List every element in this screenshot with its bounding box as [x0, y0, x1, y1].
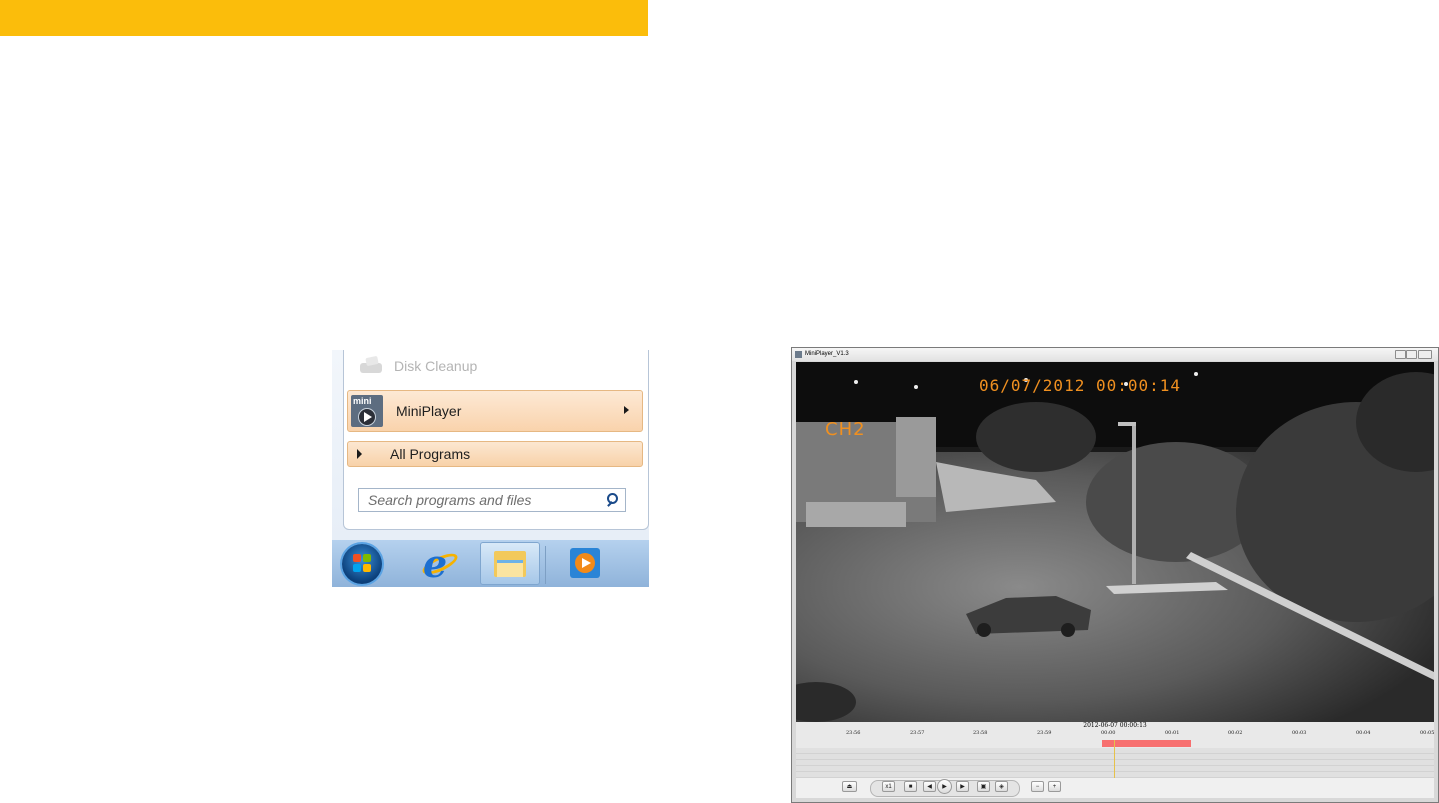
timeline-tick: 23:56	[846, 730, 861, 736]
next-frame-icon[interactable]: ▶	[956, 781, 969, 792]
playback-controls: ⏏ x1 ■ ◀ ▶ ▶ ▣ ◈ − +	[796, 778, 1434, 798]
search-input[interactable]	[368, 492, 598, 508]
timeline[interactable]: 2012-06-07 00:00:13 23:56 23:57 23:58 23…	[796, 722, 1434, 778]
menu-item-miniplayer[interactable]: mini MiniPlayer	[347, 390, 643, 432]
volume-icon[interactable]: ◈	[995, 781, 1008, 792]
play-icon[interactable]: ▶	[937, 779, 952, 794]
media-player-icon[interactable]	[570, 548, 600, 578]
eject-icon[interactable]: ⏏	[842, 781, 857, 792]
timeline-tick: 23:57	[910, 730, 925, 736]
osd-channel: CH2	[825, 419, 866, 440]
video-frame[interactable]: 06/07/2012 00:00:14 CH2	[796, 362, 1434, 722]
timeline-tick: 00:02	[1228, 730, 1243, 736]
timeline-ticks: 23:56 23:57 23:58 23:59 00:00 00:01 00:0…	[796, 730, 1434, 739]
timeline-tick: 00:00	[1101, 730, 1116, 736]
miniplayer-label: MiniPlayer	[396, 403, 462, 419]
miniplayer-icon-text: mini	[353, 396, 372, 406]
timeline-tick: 23:59	[1037, 730, 1052, 736]
internet-explorer-icon[interactable]: e	[419, 541, 461, 586]
minimize-button[interactable]	[1395, 350, 1406, 359]
start-menu: Disk Cleanup mini MiniPlayer All Program…	[332, 350, 649, 587]
submenu-arrow-icon[interactable]	[624, 406, 629, 414]
timeline-tick: 00:05	[1420, 730, 1435, 736]
speed-button[interactable]: x1	[882, 781, 895, 792]
disk-cleanup-icon	[358, 357, 384, 375]
menu-item-disk-cleanup[interactable]: Disk Cleanup	[358, 354, 477, 378]
cctv-scene-image	[796, 362, 1434, 722]
search-box[interactable]	[358, 488, 626, 512]
accent-bar	[0, 0, 648, 36]
timeline-tick: 23:58	[973, 730, 988, 736]
timeline-tick: 00:04	[1356, 730, 1371, 736]
app-icon	[795, 351, 802, 358]
window-title: MiniPlayer_V1.3	[805, 351, 849, 357]
maximize-button[interactable]	[1406, 350, 1417, 359]
start-menu-panel: Disk Cleanup mini MiniPlayer All Program…	[343, 350, 649, 530]
timeline-cursor[interactable]	[1114, 740, 1115, 778]
previous-frame-icon[interactable]: ◀	[923, 781, 936, 792]
timeline-tick: 00:03	[1292, 730, 1307, 736]
search-icon[interactable]	[607, 493, 618, 504]
folder-icon	[494, 551, 526, 577]
miniplayer-icon: mini	[351, 395, 383, 427]
timeline-current-time: 2012-06-07 00:00:13	[1083, 722, 1147, 729]
timeline-track[interactable]	[796, 748, 1434, 778]
zoom-in-icon[interactable]: +	[1048, 781, 1061, 792]
timeline-tick: 00:01	[1165, 730, 1180, 736]
windows-start-orb-icon[interactable]	[342, 544, 382, 584]
miniplayer-window: MiniPlayer_V1.3 06/07/2012 00:00:14 CH2 …	[791, 347, 1439, 803]
recording-segment-bar[interactable]	[1102, 740, 1191, 747]
close-button[interactable]	[1418, 350, 1432, 359]
windows-explorer-taskbar-button[interactable]	[480, 542, 540, 585]
taskbar: e	[332, 540, 649, 587]
all-programs-button[interactable]: All Programs	[347, 441, 643, 467]
osd-datetime: 06/07/2012 00:00:14	[979, 376, 1182, 395]
all-programs-label: All Programs	[390, 446, 471, 462]
window-titlebar[interactable]: MiniPlayer_V1.3	[792, 348, 1438, 361]
zoom-out-icon[interactable]: −	[1031, 781, 1044, 792]
stop-icon[interactable]: ■	[904, 781, 917, 792]
all-programs-arrow-icon	[357, 449, 362, 459]
disk-cleanup-label: Disk Cleanup	[394, 358, 478, 374]
snapshot-camera-icon[interactable]: ▣	[977, 781, 990, 792]
taskbar-separator	[545, 546, 546, 584]
